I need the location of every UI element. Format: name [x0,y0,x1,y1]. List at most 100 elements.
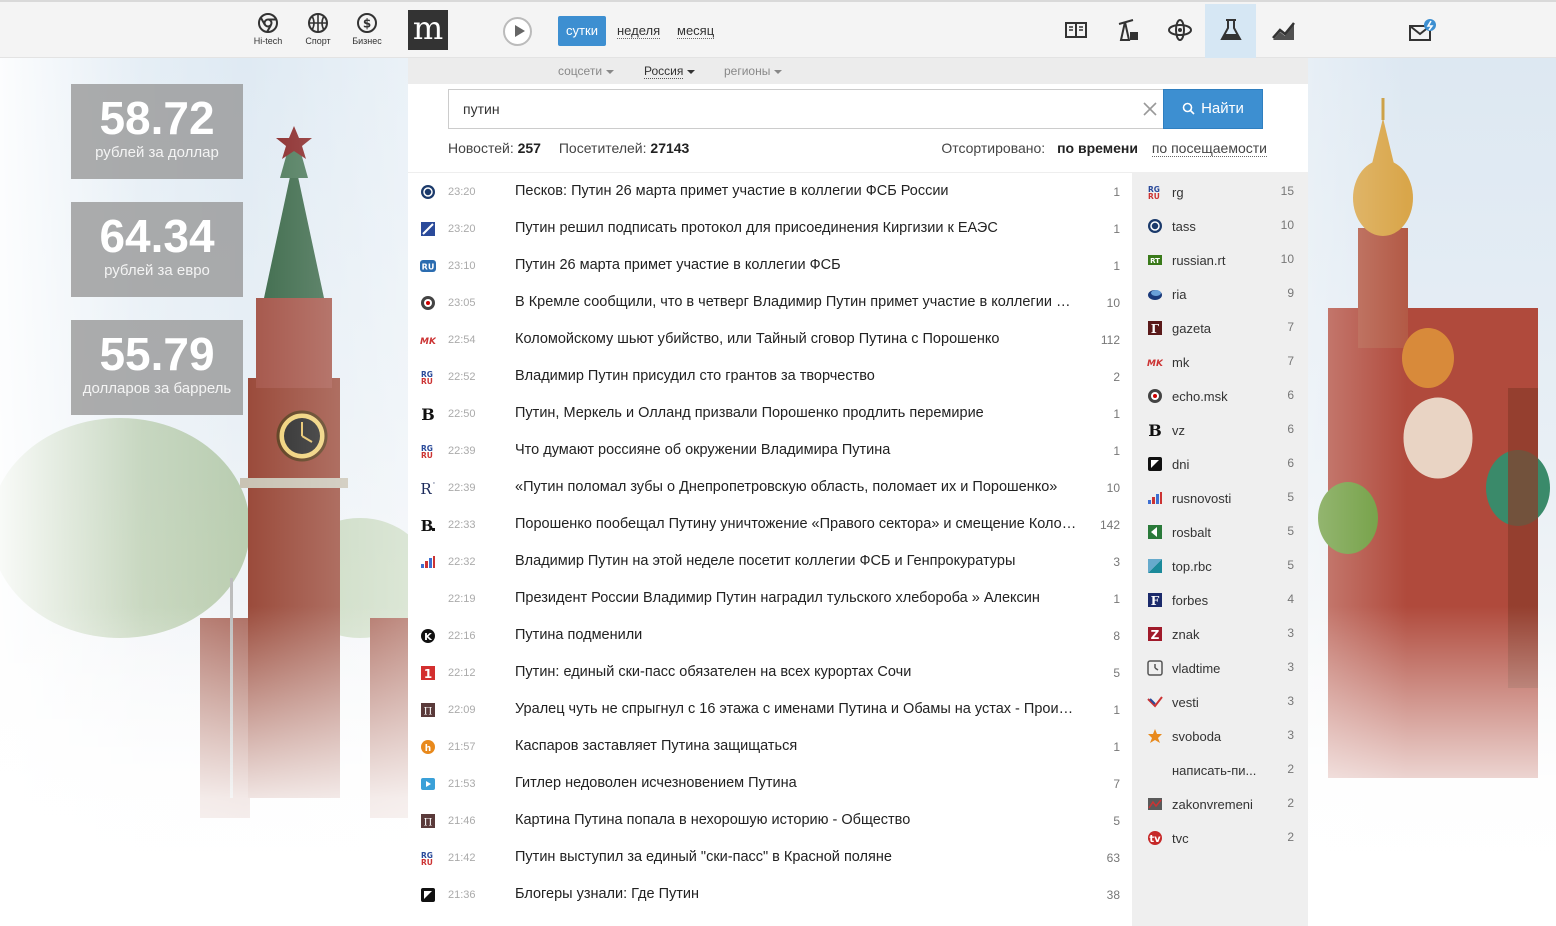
source-name[interactable]: gazeta [1172,321,1264,336]
search-input[interactable] [449,90,1129,128]
source-name[interactable]: mk [1172,355,1264,370]
period-week[interactable]: неделя [617,16,661,46]
news-title[interactable]: Песков: Путин 26 марта примет участие в … [515,183,1080,199]
news-title[interactable]: Президент России Владимир Путин наградил… [515,590,1080,606]
source-name[interactable]: dni [1172,457,1264,472]
source-item[interactable]: dni 6 [1132,446,1308,480]
source-item[interactable]: Гgazeta 7 [1132,310,1308,344]
source-item[interactable]: Zznak 3 [1132,616,1308,650]
source-name[interactable]: vesti [1172,695,1264,710]
source-item[interactable]: top.rbc 5 [1132,548,1308,582]
source-name[interactable]: vz [1172,423,1264,438]
filter-regions[interactable]: регионы [724,64,783,78]
news-title[interactable]: Уралец чуть не спрыгнул с 16 этажа с име… [515,701,1080,717]
news-row[interactable]: RG RU 22:52 Владимир Путин присудил сто гра… [408,358,1132,395]
news-row[interactable]: 21:36 Блогеры узнали: Где Путин 38 [408,876,1132,913]
source-name[interactable]: top.rbc [1172,559,1264,574]
news-row[interactable]: K 22:16 Путина подменили 8 [408,617,1132,654]
source-item[interactable]: vesti 3 [1132,684,1308,718]
source-name[interactable]: forbes [1172,593,1264,608]
news-title[interactable]: В Кремле сообщили, что в четверг Владими… [515,294,1080,310]
oil-rig-icon[interactable] [1113,16,1141,44]
news-row[interactable]: П 21:46 Картина Путина попала в нехорошую … [408,802,1132,839]
category-sport[interactable]: Спорт [296,12,340,46]
source-name[interactable]: svoboda [1172,729,1264,744]
news-title[interactable]: Картина Путина попала в нехорошую истори… [515,812,1080,828]
columns-icon[interactable] [1062,16,1090,44]
source-item[interactable]: MK mk 7 [1132,344,1308,378]
period-month[interactable]: месяц [677,16,715,46]
close-icon[interactable] [1141,100,1159,118]
site-logo[interactable]: m [408,10,448,50]
news-row[interactable]: RG RU 22:39 Что думают россияне об окружени… [408,432,1132,469]
sort-by-popularity[interactable]: по посещаемости [1151,140,1267,157]
news-title[interactable]: Путин, Меркель и Олланд призвали Порошен… [515,405,1080,421]
news-title[interactable]: Путина подменили [515,627,1080,643]
news-row[interactable]: 22:19 Президент России Владимир Путин наг… [408,580,1132,617]
source-name[interactable]: rosbalt [1172,525,1264,540]
news-row[interactable]: R ' 22:39 «Путин поломал зубы о Днепропетро… [408,469,1132,506]
news-row[interactable]: 23:05 В Кремле сообщили, что в четверг Вл… [408,284,1132,321]
news-row[interactable]: RU 23:10 Путин 26 марта примет участие в к… [408,247,1132,284]
news-row[interactable]: 21:53 Гитлер недоволен исчезновением Пути… [408,765,1132,802]
source-item[interactable]: RG RU rg 15 [1132,174,1308,208]
news-title[interactable]: Гитлер недоволен исчезновением Путина [515,775,1080,791]
news-row[interactable]: 22:32 Владимир Путин на этой неделе посет… [408,543,1132,580]
source-item[interactable]: Fforbes 4 [1132,582,1308,616]
source-name[interactable]: rg [1172,185,1264,200]
source-name[interactable]: zakonvremeni [1172,797,1264,812]
news-title[interactable]: Путин решил подписать протокол для присо… [515,220,1080,236]
news-row[interactable]: MK 22:54 Коломойскому шьют убийство, или Т… [408,321,1132,358]
news-title[interactable]: Блогеры узнали: Где Путин [515,886,1080,902]
source-name[interactable]: vladtime [1172,661,1264,676]
news-title[interactable]: Что думают россияне об окружении Владими… [515,442,1080,458]
source-item[interactable]: vladtime 3 [1132,650,1308,684]
news-title[interactable]: Путин 26 марта примет участие в коллегии… [515,257,1080,273]
source-name[interactable]: ria [1172,287,1264,302]
category-business[interactable]: $ Бизнес [345,12,389,46]
source-item[interactable]: Bvz 6 [1132,412,1308,446]
news-row[interactable]: 23:20 Песков: Путин 26 марта примет участ… [408,173,1132,210]
news-title[interactable]: Каспаров заставляет Путина защищаться [515,738,1080,754]
news-title[interactable]: Коломойскому шьют убийство, или Тайный с… [515,331,1080,347]
source-item[interactable]: rusnovosti 5 [1132,480,1308,514]
atom-icon[interactable] [1166,16,1194,44]
filter-social[interactable]: соцсети [558,64,615,78]
news-row[interactable]: 23:20 Путин решил подписать протокол для … [408,210,1132,247]
source-name[interactable]: написать-пи... [1172,763,1264,778]
news-title[interactable]: Владимир Путин присудил сто грантов за т… [515,368,1080,384]
source-item[interactable]: rosbalt 5 [1132,514,1308,548]
source-name[interactable]: znak [1172,627,1264,642]
source-item[interactable]: ria 9 [1132,276,1308,310]
source-name[interactable]: tass [1172,219,1264,234]
news-title[interactable]: Порошенко пообещал Путину уничтожение «П… [515,516,1080,532]
source-name[interactable]: tvc [1172,831,1264,846]
source-item[interactable]: zakonvremeni 2 [1132,786,1308,820]
news-row[interactable]: h 21:57 Каспаров заставляет Путина защищат… [408,728,1132,765]
source-item[interactable]: написать-пи... 2 [1132,752,1308,786]
news-title[interactable]: Путин выступил за единый "ски-пасс" в Кр… [515,849,1080,865]
news-row[interactable]: 1 22:12 Путин: единый ски-пасс обязателен … [408,654,1132,691]
mail-notify-icon[interactable] [1408,18,1438,44]
source-item[interactable]: tv tvc 2 [1132,820,1308,854]
source-item[interactable]: echo.msk 6 [1132,378,1308,412]
category-hitech[interactable]: Hi-tech [246,12,290,46]
source-name[interactable]: russian.rt [1172,253,1264,268]
source-name[interactable]: echo.msk [1172,389,1264,404]
sort-by-time[interactable]: по времени [1057,140,1138,156]
play-button[interactable] [503,17,532,46]
source-item[interactable]: RT russian.rt 10 [1132,242,1308,276]
search-button[interactable]: Найти [1163,89,1263,129]
news-row[interactable]: B 22:50 Путин, Меркель и Олланд призвали П… [408,395,1132,432]
news-row[interactable]: П 22:09 Уралец чуть не спрыгнул с 16 этажа… [408,691,1132,728]
source-name[interactable]: rusnovosti [1172,491,1264,506]
chart-trend-icon[interactable] [1270,16,1298,44]
news-row[interactable]: RG RU 21:42 Путин выступил за единый "ски-п… [408,839,1132,876]
news-title[interactable]: Владимир Путин на этой неделе посетит ко… [515,553,1080,569]
period-day[interactable]: сутки [558,16,606,46]
source-item[interactable]: tass 10 [1132,208,1308,242]
news-title[interactable]: Путин: единый ски-пасс обязателен на все… [515,664,1080,680]
science-tab-active[interactable] [1205,4,1256,59]
news-row[interactable]: B 22:33 Порошенко пообещал Путину уничтоже… [408,506,1132,543]
news-title[interactable]: «Путин поломал зубы о Днепропетровскую о… [515,479,1080,495]
